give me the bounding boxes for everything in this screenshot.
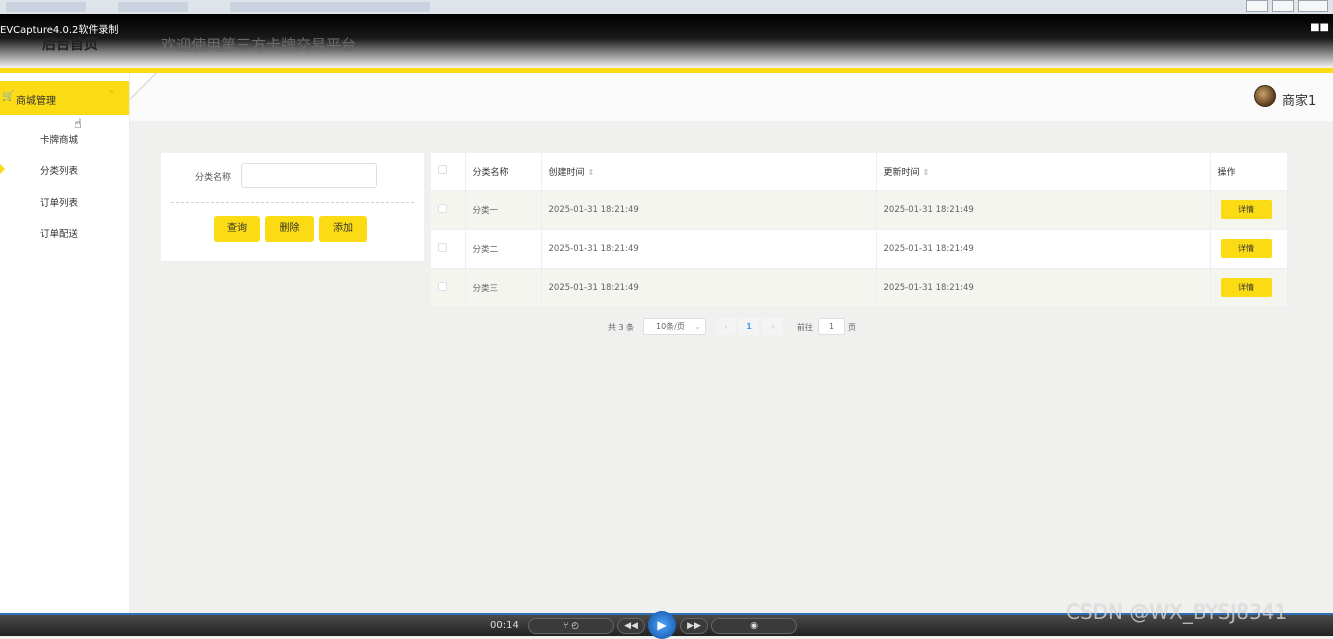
row-checkbox[interactable] — [438, 242, 447, 252]
logo-block: EVCapture4.0.2软件录制 后台首页 — [0, 14, 130, 68]
row-checkbox[interactable] — [438, 281, 447, 291]
page-size-select[interactable]: 10条/页 ⌄ — [643, 318, 706, 335]
row-checkbox-cell — [431, 229, 466, 269]
goto-page-input[interactable]: 1 — [818, 318, 845, 335]
maximize-icon[interactable] — [1272, 0, 1294, 12]
cell-name: 分类一 — [465, 190, 542, 230]
sidebar-item-order-delivery[interactable]: 订单配送 — [40, 226, 78, 240]
browser-tab-strip — [0, 0, 1333, 14]
row-checkbox-cell — [431, 268, 466, 308]
cell-name: 分类三 — [465, 268, 542, 308]
sidebar-item-card-mall[interactable]: 卡牌商城 — [40, 132, 78, 146]
category-table: 分类名称 创建时间 ⇕ 更新时间 ⇕ 操作 分类一 2025-01-31 18:21… — [431, 153, 1288, 308]
row-checkbox[interactable] — [438, 203, 447, 213]
sidebar: 🛒 商城管理 ⌃ 卡牌商城 分类列表 订单列表 订单配送 — [0, 73, 130, 613]
total-count: 共 3 条 — [608, 323, 635, 332]
goto-label: 前往 — [797, 323, 813, 332]
cell-name: 分类二 — [465, 229, 542, 269]
close-icon[interactable] — [1298, 0, 1328, 12]
cell-action: 详情 — [1210, 268, 1288, 308]
search-label: 分类名称 — [195, 173, 232, 183]
column-header-name: 分类名称 — [465, 153, 542, 191]
add-button[interactable]: 添加 — [319, 216, 367, 242]
cart-icon: 🛒 — [2, 91, 15, 102]
hand-cursor-icon: ☝ — [74, 117, 82, 132]
cell-created: 2025-01-31 18:21:49 — [541, 190, 877, 230]
player-controls-left[interactable]: ⑂ ◴ — [528, 618, 614, 634]
avatar[interactable] — [1254, 85, 1276, 107]
cell-updated: 2025-01-31 18:21:49 — [876, 229, 1211, 269]
next-page-button[interactable]: › — [763, 318, 783, 335]
cell-updated: 2025-01-31 18:21:49 — [876, 190, 1211, 230]
chevron-down-icon: ⌄ — [694, 322, 701, 331]
player-time: 00:14 — [490, 620, 519, 631]
chevron-up-icon: ⌃ — [108, 90, 116, 100]
page-suffix: 页 — [848, 323, 856, 332]
search-panel: 分类名称 查询 删除 添加 — [161, 153, 424, 261]
column-header-label: 更新时间 — [883, 167, 920, 178]
sidebar-item-category-list[interactable]: 分类列表 — [40, 163, 78, 177]
app-header: EVCapture4.0.2软件录制 后台首页 欢迎使用第三方卡牌交易平台 ■■ — [0, 14, 1333, 68]
active-item-marker — [0, 164, 5, 174]
fast-forward-icon[interactable]: ▶▶ — [680, 618, 708, 634]
rewind-icon[interactable]: ◀◀ — [617, 618, 645, 634]
column-header-label: 操作 — [1217, 167, 1236, 178]
play-icon[interactable]: ▶ — [648, 611, 676, 639]
query-button[interactable]: 查询 — [214, 216, 260, 242]
cell-action: 详情 — [1210, 229, 1288, 269]
volume-slider[interactable]: ◉ — [711, 618, 797, 634]
sort-icon[interactable]: ⇕ — [588, 168, 595, 177]
browser-tab[interactable] — [6, 2, 86, 12]
column-header-created[interactable]: 创建时间 ⇕ — [541, 153, 877, 191]
column-header-action: 操作 — [1210, 153, 1288, 191]
cell-action: 详情 — [1210, 190, 1288, 230]
column-header-updated[interactable]: 更新时间 ⇕ — [876, 153, 1211, 191]
grid-icon[interactable]: ■■ — [1310, 22, 1329, 33]
detail-button[interactable]: 详情 — [1220, 239, 1272, 258]
column-header-label: 创建时间 — [548, 167, 585, 178]
sidebar-group-mall[interactable]: 🛒 商城管理 ⌃ — [0, 81, 129, 115]
sidebar-group-label: 商城管理 — [16, 96, 56, 107]
page-number-1[interactable]: 1 — [739, 318, 759, 335]
content-topbar: 商家1 — [130, 72, 1333, 121]
welcome-text: 欢迎使用第三方卡牌交易平台 — [161, 36, 357, 54]
column-header-label: 分类名称 — [472, 167, 509, 178]
user-name[interactable]: 商家1 — [1282, 90, 1316, 109]
detail-button[interactable]: 详情 — [1220, 200, 1272, 219]
table-header-row: 分类名称 创建时间 ⇕ 更新时间 ⇕ 操作 — [431, 153, 1288, 191]
browser-tab[interactable] — [230, 2, 430, 12]
minimize-icon[interactable] — [1246, 0, 1268, 12]
delete-button[interactable]: 删除 — [265, 216, 314, 242]
browser-tab[interactable] — [118, 2, 188, 12]
table-row: 分类三 2025-01-31 18:21:49 2025-01-31 18:21… — [431, 268, 1288, 308]
detail-button[interactable]: 详情 — [1220, 278, 1272, 297]
category-name-input[interactable] — [241, 163, 377, 188]
home-title[interactable]: 后台首页 — [42, 34, 98, 54]
cell-created: 2025-01-31 18:21:49 — [541, 268, 877, 308]
sidebar-item-order-list[interactable]: 订单列表 — [40, 195, 78, 209]
page-size-value: 10条/页 — [656, 322, 685, 331]
row-checkbox-cell — [431, 190, 466, 230]
cell-updated: 2025-01-31 18:21:49 — [876, 268, 1211, 308]
table-row: 分类二 2025-01-31 18:21:49 2025-01-31 18:21… — [431, 229, 1288, 269]
table-row: 分类一 2025-01-31 18:21:49 2025-01-31 18:21… — [431, 190, 1288, 230]
watermark: CSDN @WX_BYSJ8341 — [1066, 600, 1288, 624]
sort-icon[interactable]: ⇕ — [923, 168, 930, 177]
select-all-cell — [431, 153, 466, 191]
select-all-checkbox[interactable] — [438, 165, 447, 175]
cell-created: 2025-01-31 18:21:49 — [541, 229, 877, 269]
prev-page-button[interactable]: ‹ — [716, 318, 736, 335]
divider — [171, 202, 414, 203]
